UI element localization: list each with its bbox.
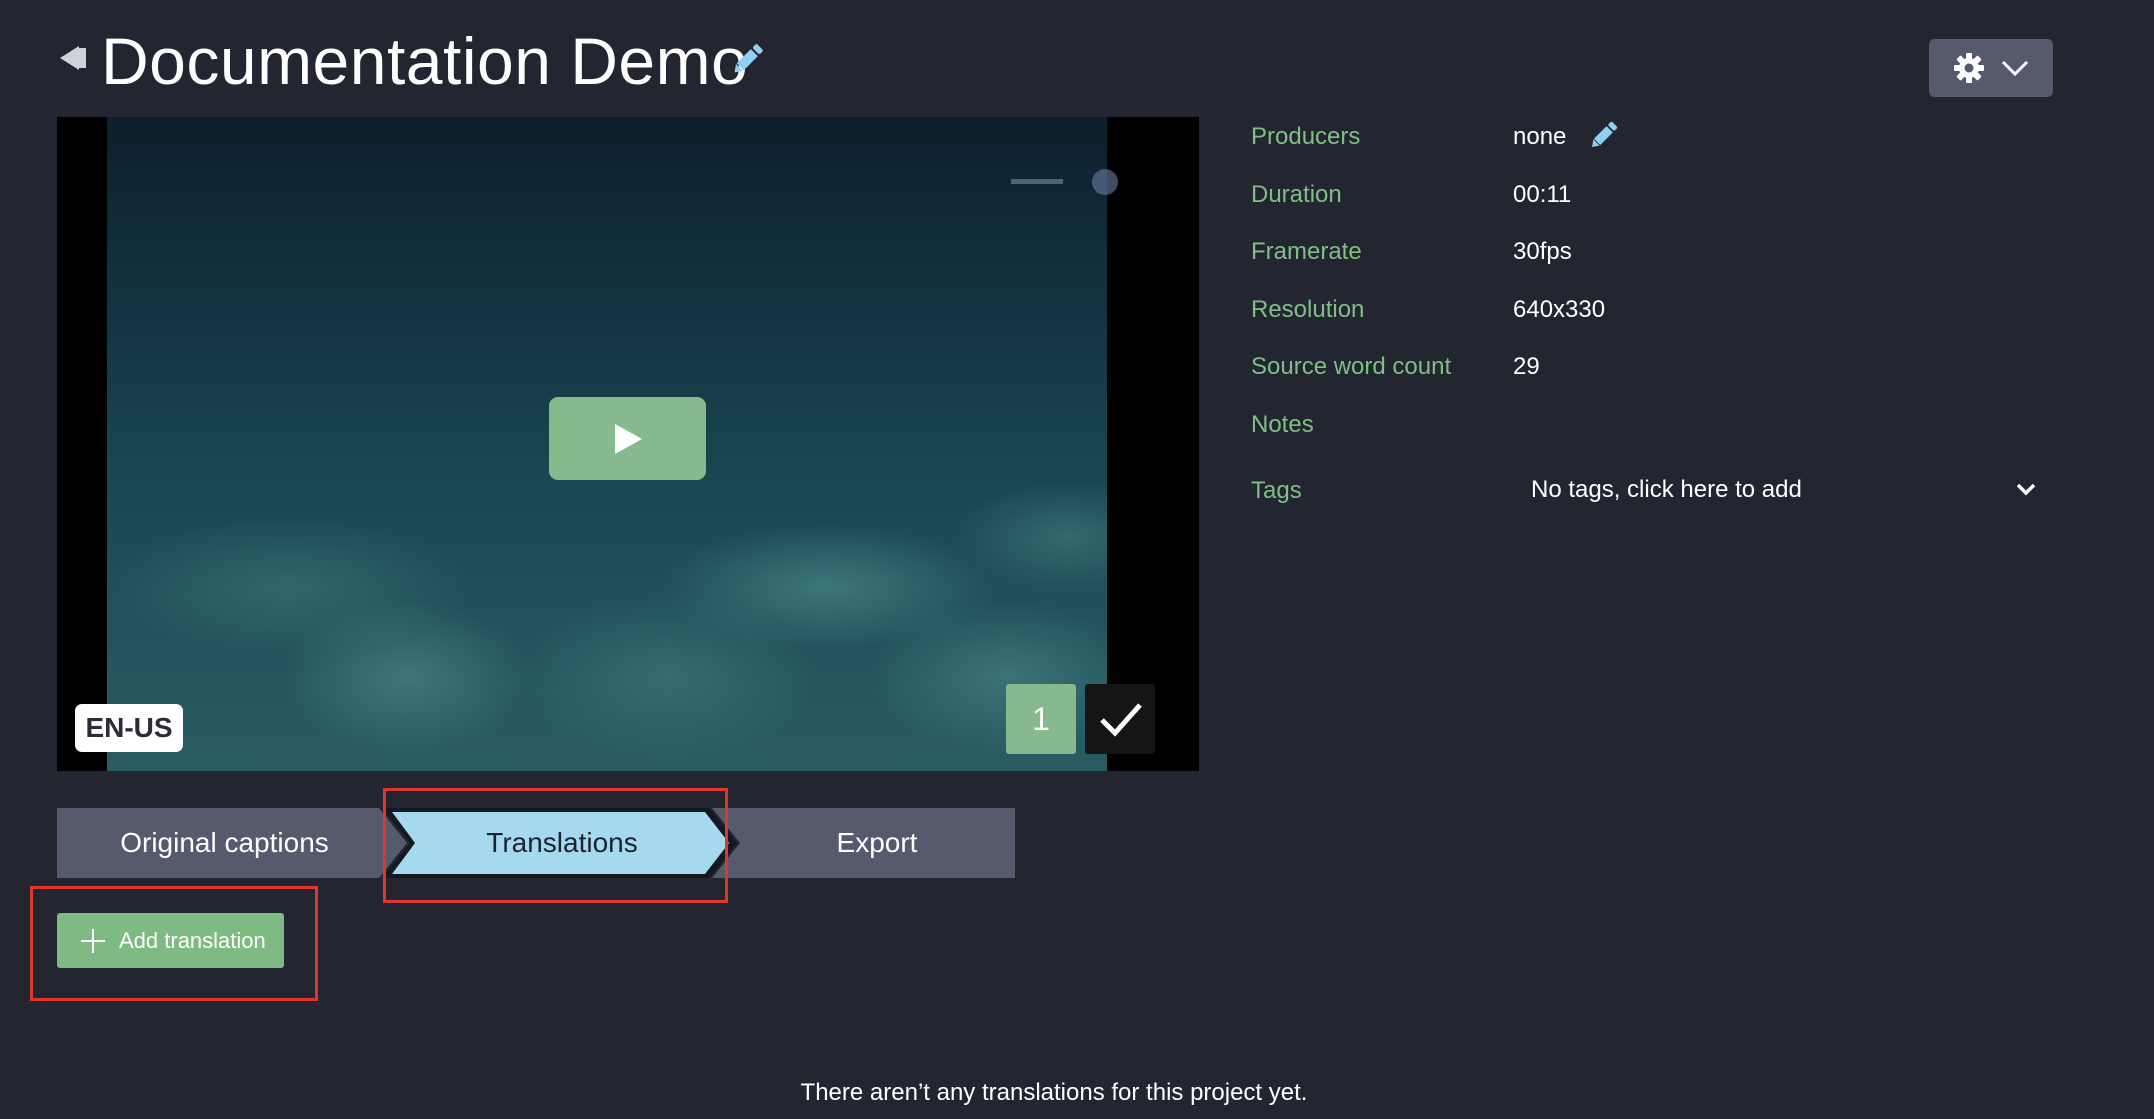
- language-badge: EN-US: [75, 704, 183, 752]
- producers-label: Producers: [1251, 123, 1361, 150]
- framerate-value: 30fps: [1513, 238, 1572, 265]
- highlight-box-translations: [383, 788, 728, 903]
- page-title: Documentation Demo: [101, 24, 749, 98]
- resolution-label: Resolution: [1251, 296, 1365, 323]
- notes-label: Notes: [1251, 411, 1314, 438]
- video-player[interactable]: EN-US 1: [57, 117, 1199, 771]
- approve-button[interactable]: [1085, 684, 1155, 754]
- play-icon: [615, 424, 642, 454]
- back-arrow-icon[interactable]: [60, 44, 86, 72]
- duration-label: Duration: [1251, 181, 1342, 208]
- highlight-box-add-translation: [30, 886, 318, 1001]
- tags-dropdown[interactable]: No tags, click here to add: [1513, 470, 2043, 510]
- caption-count-badge: 1: [1006, 684, 1076, 754]
- play-button[interactable]: [549, 397, 706, 480]
- resolution-value: 640x330: [1513, 296, 1606, 323]
- tags-placeholder: No tags, click here to add: [1531, 476, 1802, 503]
- source-word-count-value: 29: [1513, 353, 1540, 380]
- channel-logo: [1011, 169, 1118, 195]
- tags-label: Tags: [1251, 477, 1302, 504]
- chevron-down-icon: [2001, 60, 2029, 77]
- source-word-count-label: Source word count: [1251, 353, 1452, 380]
- pencil-icon[interactable]: [730, 40, 766, 78]
- producers-value: none: [1513, 123, 1567, 150]
- project-page: Documentation Demo EN-US 1 Producers non…: [0, 0, 2154, 1119]
- pencil-icon[interactable]: [1588, 118, 1620, 152]
- tab-export[interactable]: Export: [737, 808, 1017, 878]
- settings-menu-button[interactable]: [1929, 39, 2053, 97]
- gear-icon: [1954, 53, 1984, 83]
- tab-original-captions[interactable]: Original captions: [57, 808, 392, 878]
- chevron-down-icon: [2016, 483, 2036, 496]
- framerate-label: Framerate: [1251, 238, 1362, 265]
- checkmark-icon: [1100, 703, 1142, 737]
- empty-state-message: There aren’t any translations for this p…: [800, 1079, 1308, 1106]
- duration-value: 00:11: [1513, 181, 1572, 208]
